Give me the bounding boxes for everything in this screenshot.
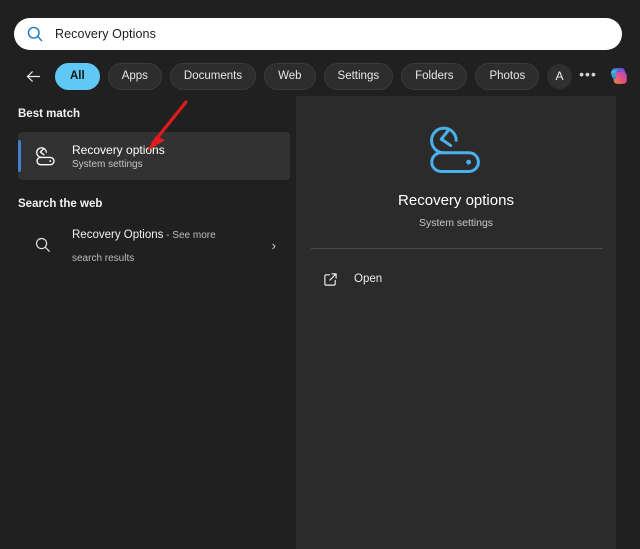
web-result-text: Recovery Options - See more search resul… <box>72 222 247 268</box>
preview-subtitle: System settings <box>296 217 616 229</box>
result-item-subtitle: System settings <box>72 159 165 170</box>
open-action-button[interactable]: Open <box>311 264 603 294</box>
filter-pill-settings[interactable]: Settings <box>324 63 394 90</box>
overflow-menu-icon[interactable]: ••• <box>575 64 601 89</box>
result-item-recovery-options[interactable]: Recovery options System settings <box>18 132 290 180</box>
windows-search-flyout: Recovery Options All Apps Documents Web … <box>0 0 640 549</box>
web-result-query: Recovery Options <box>72 229 163 241</box>
divider <box>311 248 603 249</box>
search-box[interactable]: Recovery Options <box>14 18 622 50</box>
section-heading-search-the-web: Search the web <box>0 198 102 210</box>
avatar[interactable]: A <box>547 64 572 89</box>
external-link-icon <box>322 271 338 287</box>
preview-pane: Recovery options System settings Open <box>296 96 616 549</box>
search-input-value[interactable]: Recovery Options <box>55 27 156 41</box>
preview-title: Recovery options <box>296 192 616 209</box>
filter-pill-all[interactable]: All <box>55 63 100 90</box>
result-item-web-search[interactable]: Recovery Options - See more search resul… <box>18 222 290 268</box>
result-item-texts: Recovery options System settings <box>72 143 165 170</box>
back-arrow-icon[interactable] <box>22 65 44 87</box>
recovery-drive-icon <box>32 143 58 169</box>
selection-accent-bar <box>18 140 21 172</box>
filter-pill-apps[interactable]: Apps <box>108 63 162 90</box>
chevron-right-icon[interactable]: › <box>272 238 276 253</box>
search-icon <box>32 234 54 256</box>
result-item-title: Recovery options <box>72 143 165 157</box>
open-action-label: Open <box>354 273 382 285</box>
filter-pill-documents[interactable]: Documents <box>170 63 256 90</box>
filter-pill-photos[interactable]: Photos <box>475 63 539 90</box>
filter-pill-folders[interactable]: Folders <box>401 63 467 90</box>
filter-pill-row: All Apps Documents Web Settings Folders … <box>22 62 622 90</box>
results-list-pane: Best match Recovery options System setti… <box>0 96 296 549</box>
copilot-icon[interactable] <box>606 63 632 89</box>
search-icon <box>26 25 44 43</box>
section-heading-best-match: Best match <box>0 108 80 120</box>
recovery-drive-icon <box>423 122 489 178</box>
filter-pill-web[interactable]: Web <box>264 63 315 90</box>
search-toolbar-right: A ••• <box>547 62 632 90</box>
